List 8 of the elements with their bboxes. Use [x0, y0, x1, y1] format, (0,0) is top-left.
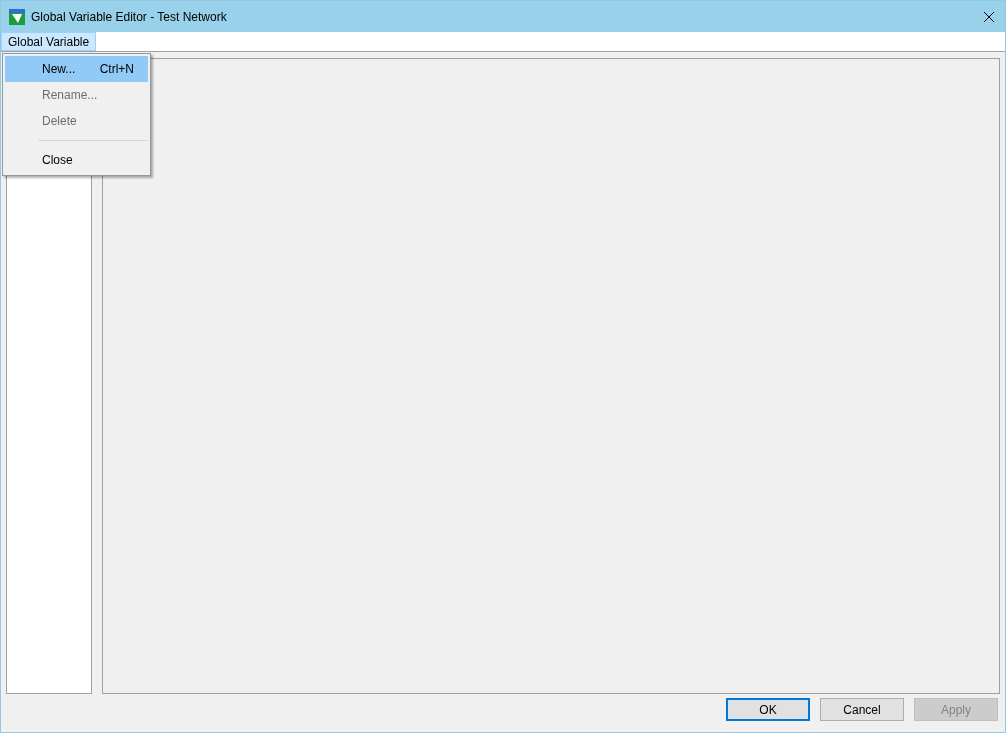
- menu-bar-item[interactable]: Global Variable: [1, 32, 97, 51]
- menu-item[interactable]: New... Ctrl+N: [5, 56, 148, 82]
- app-icon: [9, 8, 25, 25]
- window-title: Global Variable Editor - Test Network: [31, 8, 227, 26]
- menu-item[interactable]: Close: [5, 147, 148, 173]
- dialog-button[interactable]: Cancel: [820, 698, 904, 721]
- dialog-button[interactable]: OK: [726, 698, 810, 721]
- close-icon[interactable]: [983, 10, 995, 23]
